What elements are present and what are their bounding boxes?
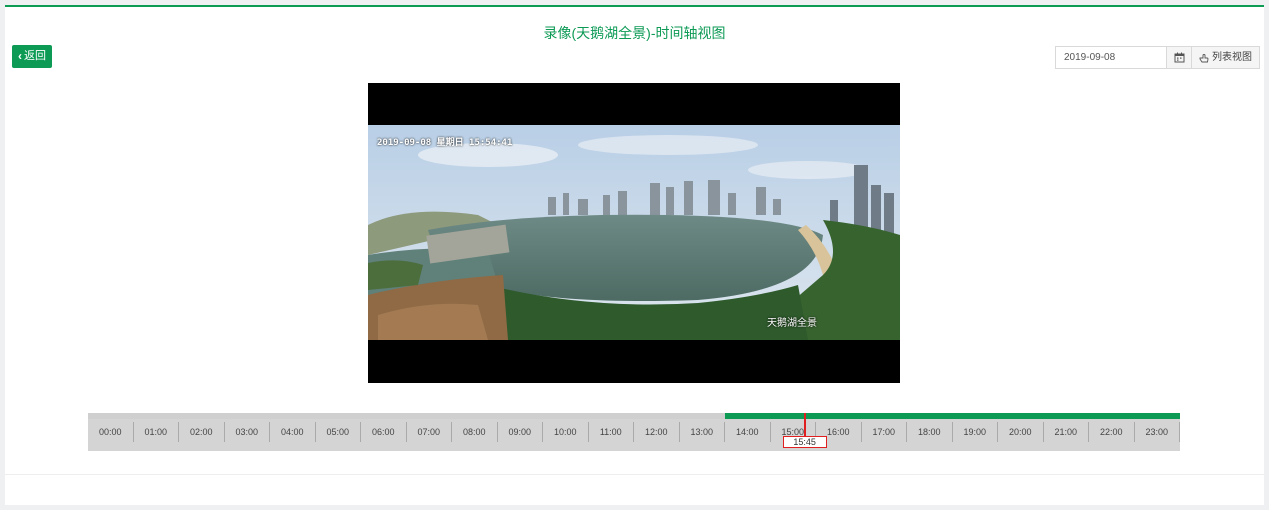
- timeline-hour-label[interactable]: 14:00: [725, 422, 771, 442]
- timeline-hour-label[interactable]: 03:00: [225, 422, 270, 442]
- timeline-hour-label[interactable]: 21:00: [1044, 422, 1089, 442]
- timeline-hour-label[interactable]: 05:00: [316, 422, 361, 442]
- main-panel: 录像(天鹅湖全景)-时间轴视图 ‹ 返回 列表视图: [5, 5, 1264, 505]
- back-button-label: 返回: [24, 50, 46, 62]
- timeline[interactable]: 00:00 01:00 02:00 03:00 04:00 05:00 06:00 07:00…: [88, 413, 1180, 451]
- timeline-hour-label[interactable]: 10:00: [543, 422, 589, 442]
- footer-divider: [5, 474, 1264, 475]
- calendar-button[interactable]: [1166, 47, 1191, 68]
- calendar-icon: [1174, 52, 1184, 63]
- timeline-hour-label[interactable]: 00:00: [88, 422, 134, 442]
- page-title: 录像(天鹅湖全景)-时间轴视图: [543, 25, 726, 41]
- timeline-hour-label[interactable]: 07:00: [407, 422, 452, 442]
- date-picker-group: 列表视图: [1055, 46, 1260, 69]
- chevron-left-icon: ‹: [18, 49, 22, 63]
- timeline-hour-label[interactable]: 20:00: [998, 422, 1044, 442]
- osd-timestamp: 2019-09-08 星期日 15:54:41: [377, 138, 513, 148]
- timeline-recording-segment[interactable]: [725, 413, 1180, 419]
- timeline-hour-label[interactable]: 17:00: [862, 422, 907, 442]
- back-button[interactable]: ‹ 返回: [12, 45, 52, 68]
- timeline-hour-label[interactable]: 01:00: [134, 422, 179, 442]
- timeline-hour-label[interactable]: 23:00: [1135, 422, 1180, 442]
- hand-pointer-icon: [1199, 53, 1209, 62]
- timeline-hour-label[interactable]: 13:00: [680, 422, 725, 442]
- timeline-hour-label[interactable]: 22:00: [1089, 422, 1135, 442]
- timeline-hour-label[interactable]: 09:00: [498, 422, 543, 442]
- date-input[interactable]: [1056, 47, 1166, 68]
- timeline-hour-label[interactable]: 04:00: [270, 422, 316, 442]
- timeline-hour-label[interactable]: 19:00: [953, 422, 998, 442]
- timeline-hour-label[interactable]: 08:00: [452, 422, 498, 442]
- timeline-cursor-label: 15:45: [782, 436, 827, 448]
- list-view-label: 列表视图: [1212, 52, 1252, 63]
- timeline-hour-label[interactable]: 18:00: [907, 422, 953, 442]
- list-view-button[interactable]: 列表视图: [1191, 47, 1259, 68]
- timeline-hour-label[interactable]: 06:00: [361, 422, 407, 442]
- timeline-hour-label[interactable]: 11:00: [589, 422, 634, 442]
- osd-camera-name: 天鹅湖全景: [767, 318, 817, 329]
- timeline-cursor[interactable]: [803, 413, 806, 437]
- timeline-hour-label[interactable]: 12:00: [634, 422, 680, 442]
- video-frame-image: 2019-09-08 星期日 15:54:41 天鹅湖全景: [368, 125, 900, 340]
- video-player[interactable]: 2019-09-08 星期日 15:54:41 天鹅湖全景: [368, 83, 900, 383]
- timeline-hour-label[interactable]: 02:00: [179, 422, 225, 442]
